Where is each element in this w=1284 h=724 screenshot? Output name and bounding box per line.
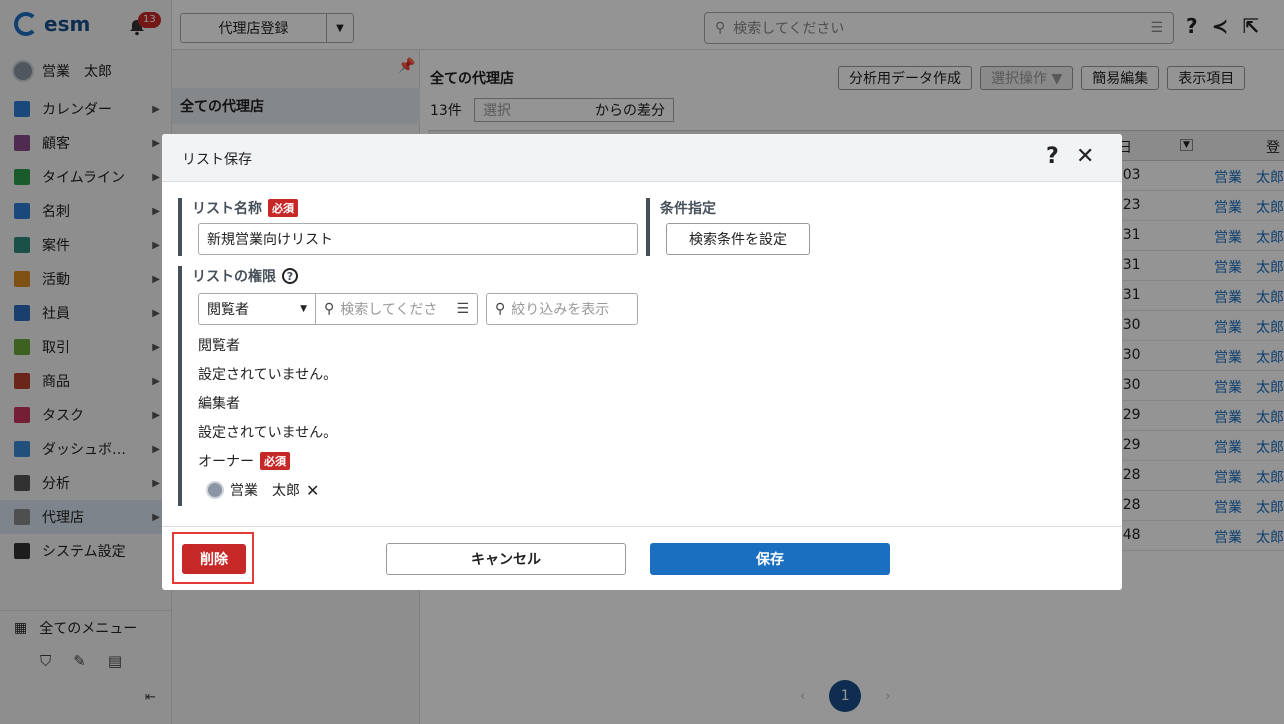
- dialog-footer-divider: [162, 526, 1122, 527]
- delete-button[interactable]: 削除: [182, 544, 246, 574]
- role-select[interactable]: 閲覧者 ▼: [198, 293, 316, 325]
- permission-search-input[interactable]: ⚲ 検索してくださ ☰: [315, 293, 478, 325]
- close-icon[interactable]: ✕: [1076, 144, 1094, 169]
- help-icon[interactable]: ?: [1046, 144, 1059, 169]
- filter-placeholder: 絞り込みを表示: [511, 302, 610, 318]
- permission-label: リストの権限: [192, 269, 276, 285]
- caret-down-icon: ▼: [300, 304, 307, 314]
- avatar: [206, 481, 224, 499]
- filter-sliders-icon[interactable]: ☰: [456, 301, 469, 317]
- dialog-header: [162, 134, 1122, 182]
- list-name-label-row: リスト名称 必須: [192, 198, 640, 218]
- dialog-title: リスト保存: [182, 152, 252, 168]
- editor-label: 編集者: [198, 396, 240, 412]
- search-icon: ⚲: [495, 301, 506, 317]
- question-icon[interactable]: ?: [282, 268, 298, 284]
- set-search-condition-button[interactable]: 検索条件を設定: [666, 223, 810, 255]
- save-list-dialog: リスト保存 ? ✕ リスト名称 必須 新規営業向けリスト 条件指定 検索条件を設定…: [162, 134, 1122, 590]
- filter-display-input[interactable]: ⚲ 絞り込みを表示: [486, 293, 638, 325]
- remove-owner-icon[interactable]: ✕: [306, 481, 319, 500]
- viewer-label: 閲覧者: [198, 338, 240, 354]
- role-select-value: 閲覧者: [207, 302, 249, 318]
- required-badge: 必須: [268, 199, 298, 217]
- required-badge: 必須: [260, 452, 290, 470]
- permission-label-row: リストの権限?: [192, 266, 640, 286]
- owner-label: オーナー: [198, 454, 254, 470]
- search-icon: ⚲: [324, 301, 335, 317]
- viewer-value: 設定されていません。: [198, 367, 338, 383]
- save-button[interactable]: 保存: [650, 543, 890, 575]
- owner-name: 営業 太郎: [230, 483, 300, 499]
- condition-label: 条件指定: [660, 201, 716, 217]
- permission-search-placeholder: 検索してくださ: [340, 302, 438, 318]
- list-name-label: リスト名称: [192, 201, 262, 217]
- list-name-input[interactable]: 新規営業向けリスト: [198, 223, 638, 255]
- owner-label-row: オーナー 必須: [198, 451, 290, 471]
- editor-value: 設定されていません。: [198, 425, 338, 441]
- owner-chip: 営業 太郎 ✕: [206, 480, 319, 500]
- cancel-button[interactable]: キャンセル: [386, 543, 626, 575]
